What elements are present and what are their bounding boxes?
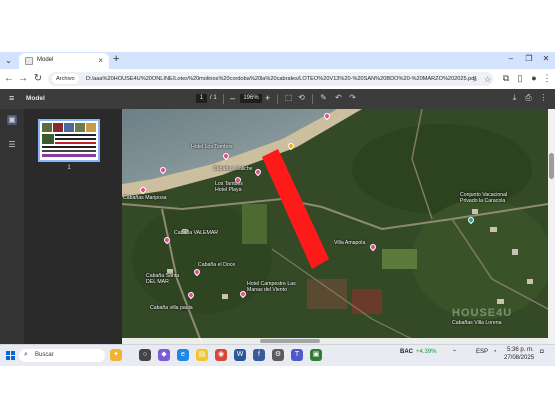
watermark-logo: HOUSE4U	[452, 307, 513, 319]
tab-active[interactable]: Model ×	[19, 53, 109, 69]
url-text[interactable]: D:/aaa%20HOUSE4U%20ONLINE/Lotes%20molino…	[86, 76, 476, 82]
vertical-scroll-thumb[interactable]	[549, 153, 554, 179]
print-icon[interactable]: ⎙	[523, 93, 534, 103]
map-label: Cabañas Mariposa	[123, 195, 167, 201]
map-label: Cabaña villa paula	[150, 305, 193, 311]
taskbar-search-placeholder: Buscar	[35, 352, 54, 358]
chrome-icon[interactable]: ◉	[215, 349, 227, 361]
taskbar: ⌕ Buscar ✦ ○ ◆ e ▤ ◉ W f ⚙ T ▣ BAC +4.39…	[0, 344, 555, 366]
thumbnail-page-number: 1	[67, 165, 71, 171]
sidebar-rail: ▣ ☰	[0, 109, 24, 344]
taskbar-search[interactable]: ⌕ Buscar	[19, 349, 105, 362]
fit-page-icon[interactable]: ⬚	[283, 93, 294, 102]
zoom-in-button[interactable]: +	[265, 93, 270, 103]
tab-close-button[interactable]: ×	[98, 56, 103, 65]
page-thumbnail[interactable]	[38, 119, 100, 162]
windows-start-icon[interactable]	[6, 351, 15, 360]
more-options-icon[interactable]: ⋮	[538, 93, 549, 102]
profile-avatar-icon[interactable]: ●	[528, 73, 540, 83]
weather-change: +4.39%	[416, 349, 437, 355]
close-window-button[interactable]: ✕	[540, 54, 552, 63]
outline-icon[interactable]: ☰	[7, 140, 17, 150]
task-view-icon[interactable]: ○	[139, 349, 151, 361]
pdf-toolbar: ≡ Model 1 / 1 – 196% + ⬚ ⟲ ✎ ↶ ↷ ⤓ ⎙ ⋮	[0, 89, 555, 109]
zoom-level-input[interactable]: 196%	[240, 94, 262, 103]
map-label: Conjunto Vacacional Privado la Caracola	[460, 192, 508, 204]
toolbar-divider	[277, 94, 278, 104]
teams-icon[interactable]: T	[291, 349, 303, 361]
download-icon[interactable]: ⤓	[509, 93, 520, 103]
thumbnail-panel: 1	[24, 109, 122, 344]
page-number-input[interactable]: 1	[196, 94, 207, 103]
app-icon[interactable]: ▣	[310, 349, 322, 361]
bookmark-star-icon[interactable]: ☆	[484, 75, 491, 84]
edge-icon[interactable]: e	[177, 349, 189, 361]
map-label: Hotel Campestre Las Manas del Viento	[247, 281, 296, 293]
vertical-scrollbar[interactable]	[548, 109, 555, 344]
menu-kebab-icon[interactable]: ⋮	[541, 73, 553, 84]
pdf-file-icon	[25, 57, 33, 65]
copilot-icon[interactable]: ✦	[110, 349, 122, 361]
search-icon: ⌕	[24, 351, 28, 358]
rotate-icon[interactable]: ⟲	[296, 93, 307, 102]
toolbar-divider	[312, 94, 313, 104]
wifi-icon[interactable]: ◔	[493, 349, 497, 355]
pdf-page-map: Hotel Los Tambos Cabañas Caliche Los Tam…	[122, 109, 548, 344]
facebook-icon[interactable]: f	[253, 349, 265, 361]
tab-title: Model	[37, 57, 54, 63]
document-title: Model	[26, 95, 45, 102]
tray-chevron-icon[interactable]: ⌃	[452, 349, 457, 356]
map-label: Cabaña VALEMAR	[174, 230, 219, 236]
word-icon[interactable]: W	[234, 349, 246, 361]
map-label: Hotel Los Tambos	[191, 144, 233, 150]
file-explorer-icon[interactable]: ▤	[196, 349, 208, 361]
toolbar-divider	[223, 94, 224, 104]
thumbnail-preview	[40, 121, 98, 160]
map-label: Cabaña el Doce	[198, 262, 236, 268]
map-label: Cabañas Villa Lorena	[452, 320, 502, 326]
tab-search-button[interactable]: ⌄	[3, 55, 14, 66]
weather-ticker[interactable]: BAC	[400, 349, 413, 355]
page-total: / 1	[210, 95, 217, 101]
map-label: Cabañas Caliche	[213, 166, 253, 172]
extensions-icon[interactable]: ⧉	[500, 73, 512, 84]
omnibox[interactable]: Archivo D:/aaa%20HOUSE4U%20ONLINE/Lotes%…	[48, 72, 493, 86]
back-icon[interactable]: ←	[3, 73, 15, 84]
reload-icon[interactable]: ↻	[32, 73, 44, 84]
hamburger-menu-icon[interactable]: ≡	[9, 93, 14, 103]
new-tab-button[interactable]: +	[113, 53, 119, 65]
sidebar-icon[interactable]: ▯	[514, 73, 526, 84]
redo-icon[interactable]: ↷	[347, 93, 358, 102]
tab-strip: ⌄ Model × + – ❐ ✕	[0, 52, 555, 69]
zoom-icon[interactable]: ⌕	[473, 75, 477, 85]
map-label: Cabaña Santa DEL MAR	[146, 273, 180, 285]
maximize-button[interactable]: ❐	[523, 54, 535, 63]
app-icon[interactable]: ◆	[158, 349, 170, 361]
horizontal-scroll-thumb[interactable]	[260, 339, 320, 343]
undo-icon[interactable]: ↶	[333, 93, 344, 102]
clock-time[interactable]: 5:36 p. m.	[507, 347, 534, 353]
draw-icon[interactable]: ✎	[318, 93, 329, 102]
notification-bell-icon[interactable]: ◘	[540, 349, 544, 355]
forward-icon[interactable]: →	[17, 73, 29, 84]
clock-date[interactable]: 27/08/2025	[504, 355, 534, 361]
address-bar: ← → ↻ Archivo D:/aaa%20HOUSE4U%20ONLINE/…	[0, 69, 555, 90]
settings-icon[interactable]: ⚙	[272, 349, 284, 361]
map-label: Los Tambos Hotel Playa	[215, 181, 243, 193]
language-indicator[interactable]: ESP	[476, 349, 488, 355]
site-info-chip[interactable]: Archivo	[52, 74, 79, 84]
minimize-button[interactable]: –	[505, 54, 517, 63]
pdf-viewer: ▣ ☰ 1 Hotel Los Tambos Cabañas Caliche L…	[0, 109, 555, 344]
thumbnails-icon[interactable]: ▣	[7, 115, 17, 125]
zoom-out-button[interactable]: –	[230, 93, 235, 103]
map-label: Villa Amapola	[334, 240, 366, 246]
screen: ⌄ Model × + – ❐ ✕ ← → ↻ Archivo D:/aaa%2…	[0, 52, 555, 366]
